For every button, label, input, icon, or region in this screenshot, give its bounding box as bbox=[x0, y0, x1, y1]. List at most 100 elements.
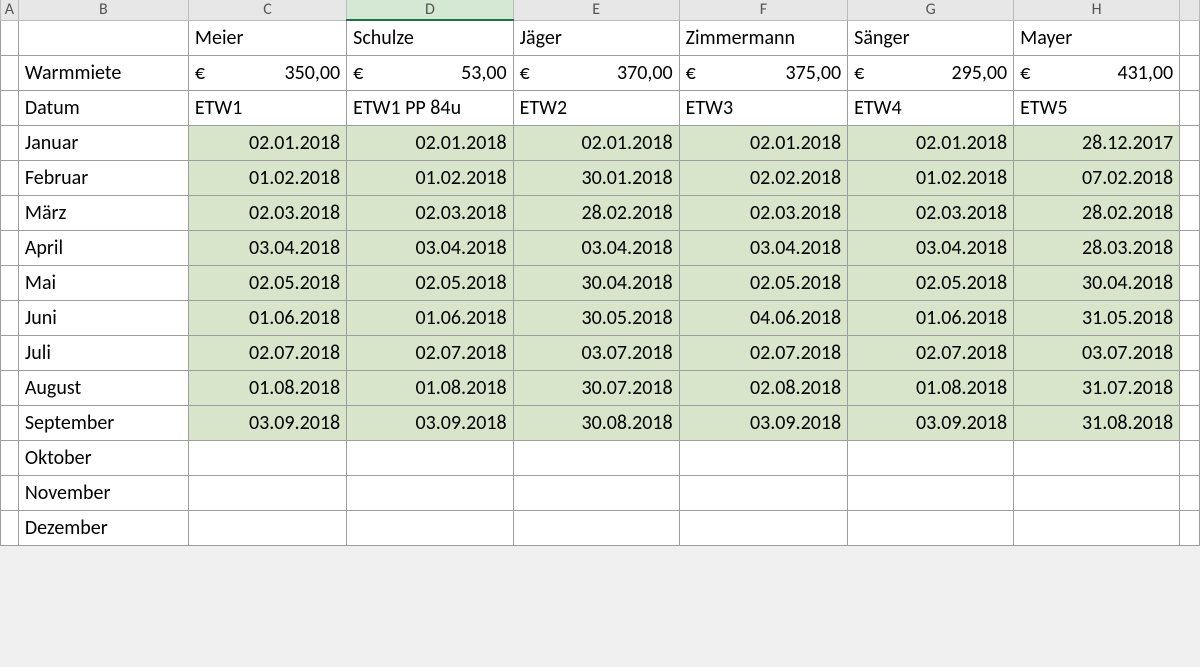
cell[interactable] bbox=[1180, 195, 1200, 230]
cell[interactable] bbox=[1, 90, 19, 125]
date-cell[interactable]: 01.08.2018 bbox=[347, 370, 514, 405]
month-label[interactable]: Februar bbox=[18, 160, 188, 195]
date-cell[interactable] bbox=[848, 475, 1014, 510]
month-label[interactable]: Juli bbox=[18, 335, 188, 370]
col-header-F[interactable]: F bbox=[679, 0, 848, 20]
col-header-tail[interactable] bbox=[1180, 0, 1200, 20]
col-header-C[interactable]: C bbox=[188, 0, 346, 20]
cell[interactable] bbox=[1180, 230, 1200, 265]
month-label[interactable]: August bbox=[18, 370, 188, 405]
date-cell[interactable] bbox=[1014, 475, 1180, 510]
date-cell[interactable] bbox=[347, 440, 514, 475]
date-cell[interactable]: 03.04.2018 bbox=[848, 230, 1014, 265]
row-label-datum[interactable]: Datum bbox=[18, 90, 188, 125]
date-cell[interactable]: 03.04.2018 bbox=[188, 230, 346, 265]
month-label[interactable]: März bbox=[18, 195, 188, 230]
date-cell[interactable]: 28.02.2018 bbox=[1014, 195, 1180, 230]
date-cell[interactable]: 01.02.2018 bbox=[848, 160, 1014, 195]
col-header-A[interactable]: A bbox=[1, 0, 19, 20]
month-label[interactable]: April bbox=[18, 230, 188, 265]
month-label[interactable]: Mai bbox=[18, 265, 188, 300]
col-header-G[interactable]: G bbox=[848, 0, 1014, 20]
date-cell[interactable]: 02.01.2018 bbox=[188, 125, 346, 160]
date-cell[interactable]: 03.04.2018 bbox=[513, 230, 679, 265]
rent-cell[interactable]: €370,00 bbox=[513, 55, 679, 90]
month-label[interactable]: Januar bbox=[18, 125, 188, 160]
date-cell[interactable]: 03.09.2018 bbox=[679, 405, 848, 440]
date-cell[interactable]: 31.08.2018 bbox=[1014, 405, 1180, 440]
date-cell[interactable]: 01.08.2018 bbox=[848, 370, 1014, 405]
date-cell[interactable]: 02.05.2018 bbox=[679, 265, 848, 300]
cell[interactable] bbox=[1, 160, 19, 195]
unit-code-cell[interactable]: ETW1 bbox=[188, 90, 346, 125]
cell[interactable] bbox=[1, 230, 19, 265]
cell[interactable] bbox=[1, 300, 19, 335]
cell[interactable] bbox=[1, 195, 19, 230]
cell[interactable] bbox=[1180, 510, 1200, 545]
cell[interactable] bbox=[1, 475, 19, 510]
date-cell[interactable]: 28.02.2018 bbox=[513, 195, 679, 230]
date-cell[interactable] bbox=[347, 475, 514, 510]
date-cell[interactable]: 31.07.2018 bbox=[1014, 370, 1180, 405]
date-cell[interactable]: 02.01.2018 bbox=[347, 125, 514, 160]
date-cell[interactable] bbox=[513, 440, 679, 475]
date-cell[interactable]: 02.07.2018 bbox=[848, 335, 1014, 370]
rent-cell[interactable]: €295,00 bbox=[848, 55, 1014, 90]
date-cell[interactable] bbox=[347, 510, 514, 545]
date-cell[interactable]: 01.06.2018 bbox=[347, 300, 514, 335]
month-label[interactable]: Oktober bbox=[18, 440, 188, 475]
date-cell[interactable]: 02.01.2018 bbox=[679, 125, 848, 160]
date-cell[interactable] bbox=[513, 475, 679, 510]
cell[interactable] bbox=[1180, 300, 1200, 335]
date-cell[interactable]: 03.09.2018 bbox=[347, 405, 514, 440]
unit-code-cell[interactable]: ETW4 bbox=[848, 90, 1014, 125]
date-cell[interactable] bbox=[1014, 510, 1180, 545]
date-cell[interactable]: 02.07.2018 bbox=[188, 335, 346, 370]
date-cell[interactable] bbox=[188, 510, 346, 545]
cell[interactable] bbox=[1180, 265, 1200, 300]
date-cell[interactable]: 04.06.2018 bbox=[679, 300, 848, 335]
date-cell[interactable]: 02.05.2018 bbox=[188, 265, 346, 300]
rent-cell[interactable]: €350,00 bbox=[188, 55, 346, 90]
date-cell[interactable] bbox=[1014, 440, 1180, 475]
cell[interactable] bbox=[1180, 335, 1200, 370]
date-cell[interactable]: 01.08.2018 bbox=[188, 370, 346, 405]
date-cell[interactable]: 02.03.2018 bbox=[188, 195, 346, 230]
cell[interactable] bbox=[1180, 125, 1200, 160]
date-cell[interactable]: 02.07.2018 bbox=[679, 335, 848, 370]
date-cell[interactable] bbox=[679, 475, 848, 510]
month-label[interactable]: September bbox=[18, 405, 188, 440]
cell[interactable] bbox=[1180, 440, 1200, 475]
col-header-B[interactable]: B bbox=[18, 0, 188, 20]
col-header-D[interactable]: D bbox=[347, 0, 514, 20]
month-label[interactable]: Juni bbox=[18, 300, 188, 335]
date-cell[interactable]: 01.06.2018 bbox=[188, 300, 346, 335]
date-cell[interactable]: 02.01.2018 bbox=[848, 125, 1014, 160]
date-cell[interactable]: 03.04.2018 bbox=[347, 230, 514, 265]
date-cell[interactable]: 03.09.2018 bbox=[848, 405, 1014, 440]
cell[interactable] bbox=[1180, 90, 1200, 125]
date-cell[interactable]: 28.03.2018 bbox=[1014, 230, 1180, 265]
date-cell[interactable]: 30.01.2018 bbox=[513, 160, 679, 195]
spreadsheet[interactable]: A B C D E F G H MeierSchulzeJägerZimmerm… bbox=[0, 0, 1200, 546]
cell[interactable] bbox=[1180, 370, 1200, 405]
tenant-cell[interactable]: Meier bbox=[188, 20, 346, 55]
cell[interactable] bbox=[1, 440, 19, 475]
rent-cell[interactable]: €53,00 bbox=[347, 55, 514, 90]
date-cell[interactable]: 30.07.2018 bbox=[513, 370, 679, 405]
date-cell[interactable] bbox=[679, 510, 848, 545]
date-cell[interactable]: 02.03.2018 bbox=[848, 195, 1014, 230]
cell[interactable] bbox=[1, 335, 19, 370]
cell[interactable] bbox=[1180, 160, 1200, 195]
rent-cell[interactable]: €431,00 bbox=[1014, 55, 1180, 90]
date-cell[interactable] bbox=[679, 440, 848, 475]
date-cell[interactable]: 03.09.2018 bbox=[188, 405, 346, 440]
date-cell[interactable]: 02.03.2018 bbox=[679, 195, 848, 230]
cell[interactable] bbox=[1, 20, 19, 55]
date-cell[interactable]: 01.02.2018 bbox=[347, 160, 514, 195]
date-cell[interactable]: 01.02.2018 bbox=[188, 160, 346, 195]
cell[interactable] bbox=[1, 265, 19, 300]
date-cell[interactable]: 03.04.2018 bbox=[679, 230, 848, 265]
date-cell[interactable]: 01.06.2018 bbox=[848, 300, 1014, 335]
cell[interactable] bbox=[1180, 475, 1200, 510]
